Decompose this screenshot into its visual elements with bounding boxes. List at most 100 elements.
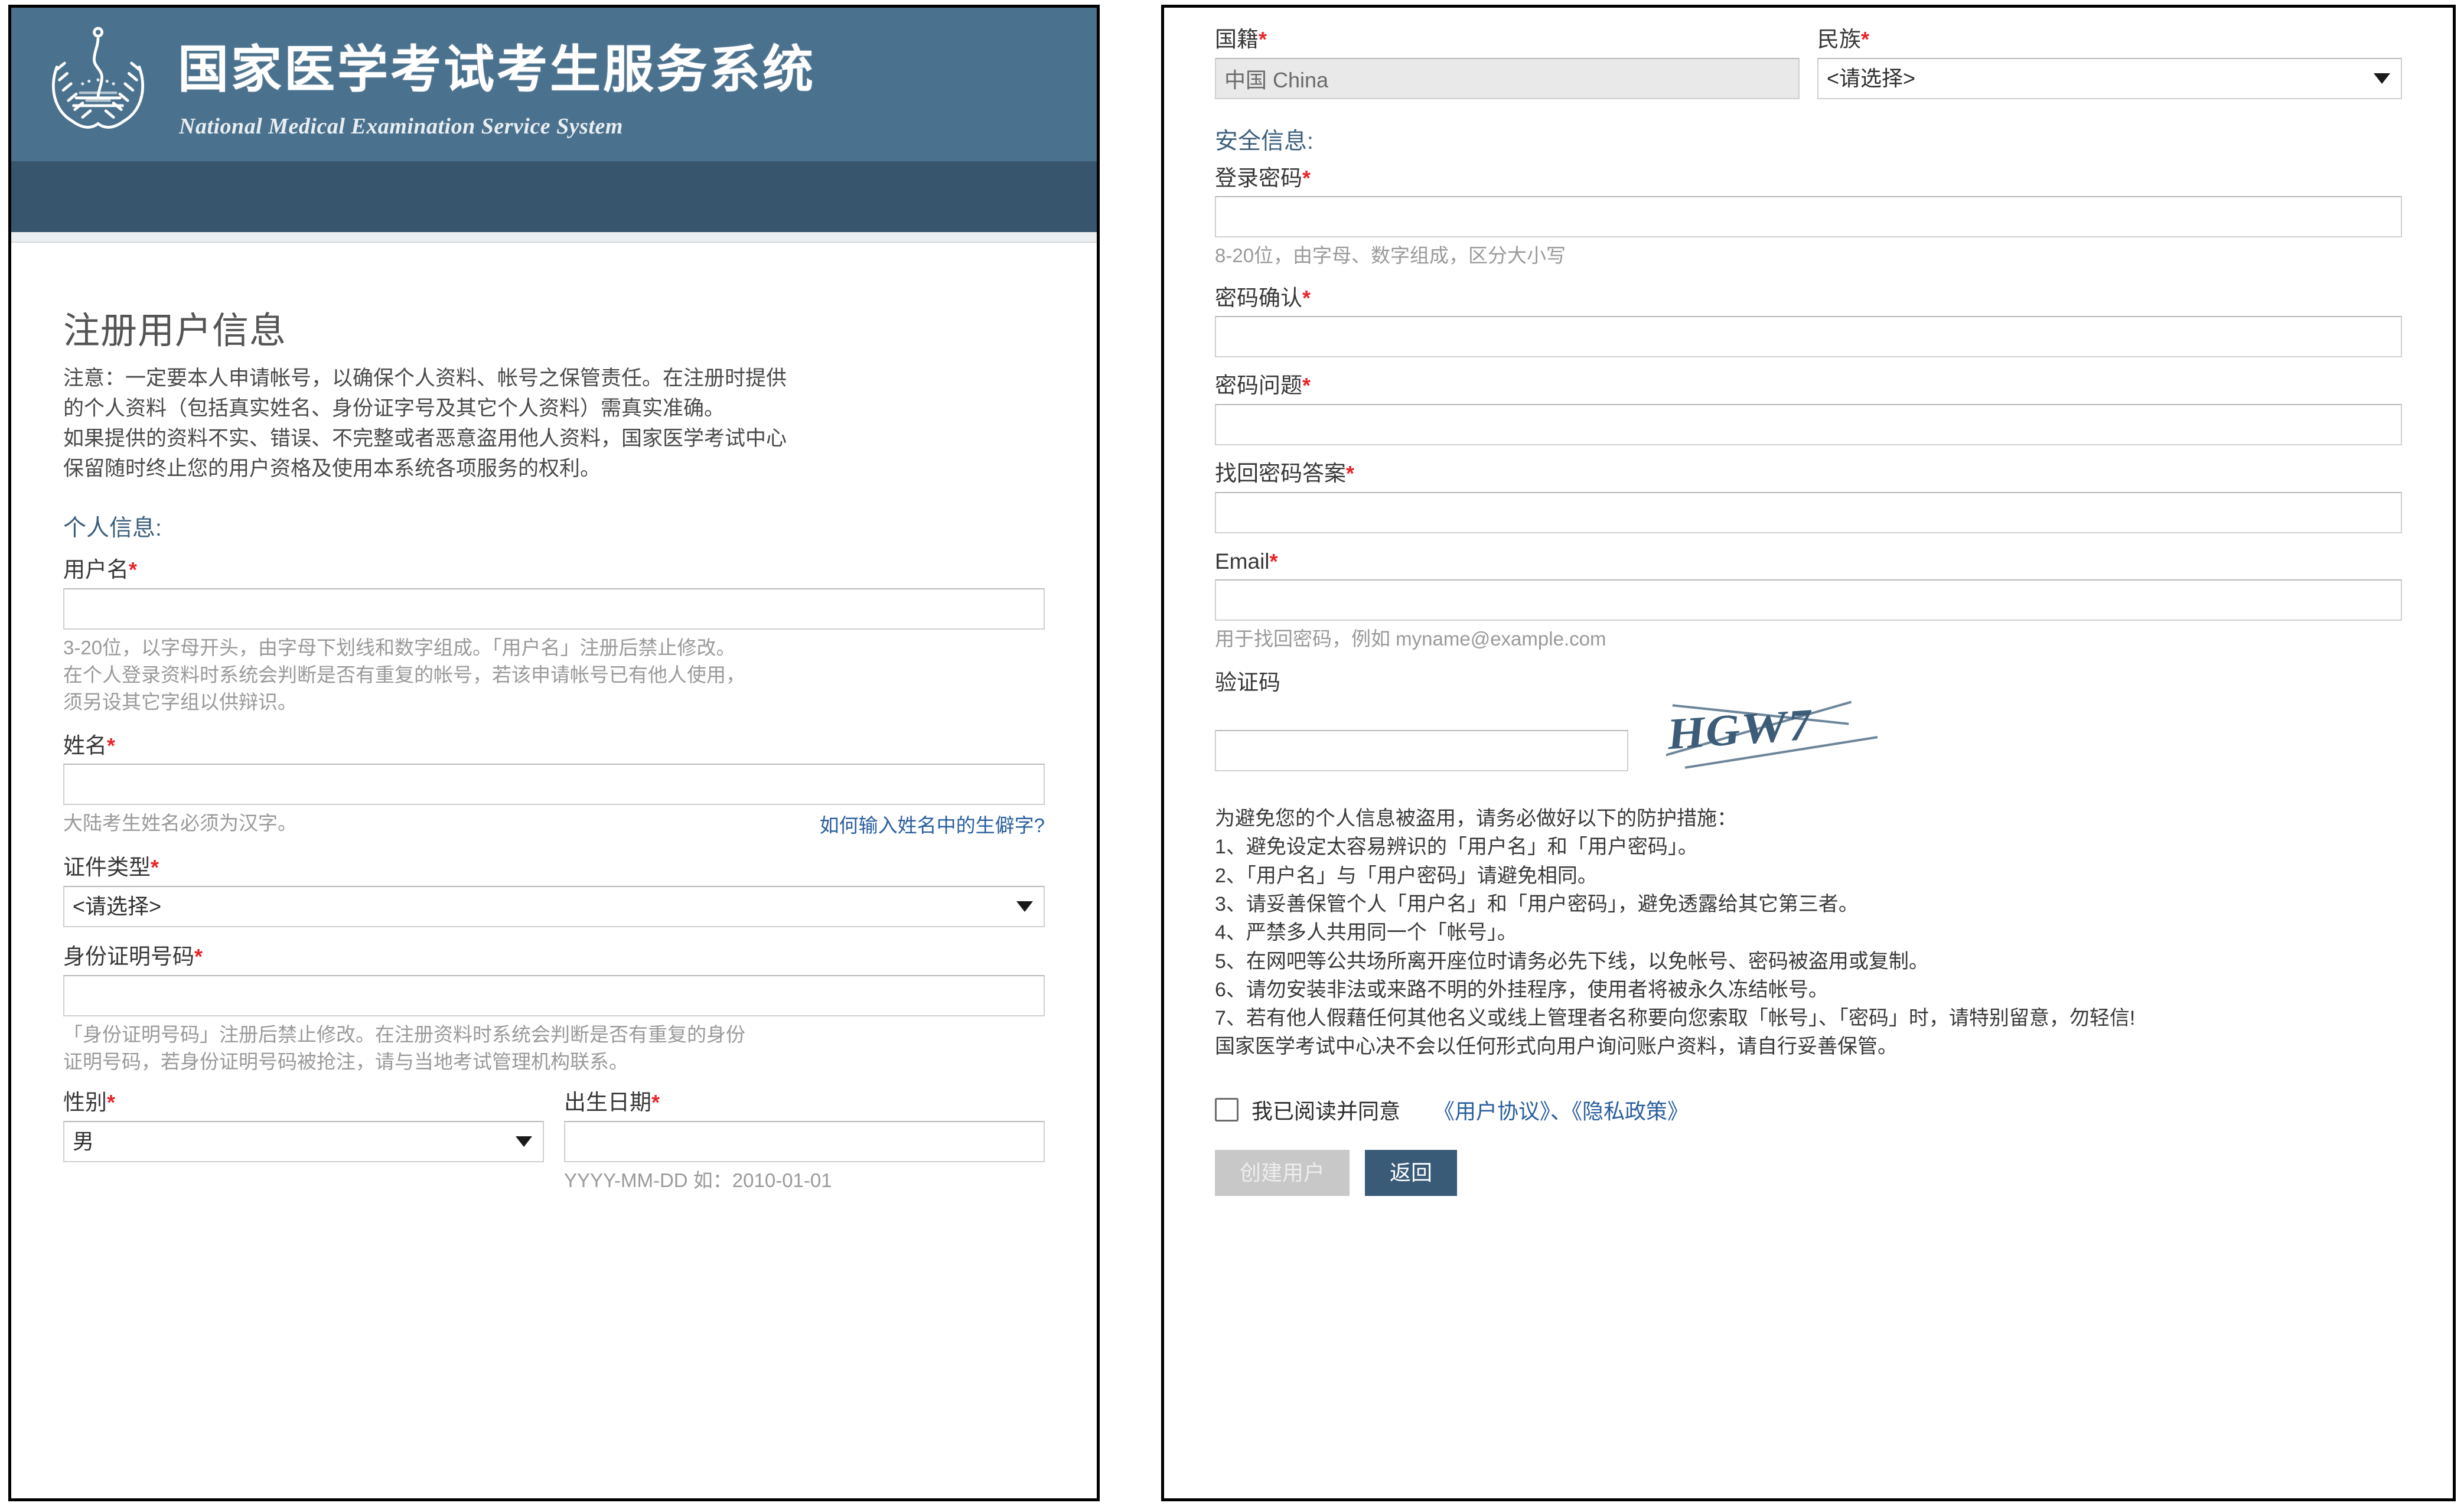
hint-line: 在个人登录资料时系统会判断是否有重复的帐号，若该申请帐号已有他人使用， xyxy=(63,664,745,686)
ethnicity-select[interactable]: <请选择> xyxy=(1817,57,2402,99)
required-asterisk: * xyxy=(1302,373,1311,398)
required-asterisk: * xyxy=(1346,461,1355,485)
field-ethnicity: 民族* <请选择> xyxy=(1817,27,2402,99)
left-panel: 国家医学考试考生服务系统 National Medical Examinatio… xyxy=(8,5,1100,1501)
action-buttons: 创建用户 返回 xyxy=(1215,1149,2402,1196)
agreement-label: 我已阅读并同意 xyxy=(1251,1098,1401,1123)
field-id-type: 证件类型* <请选择> xyxy=(63,855,1045,927)
password-input[interactable] xyxy=(1215,196,2402,238)
password-confirm-label: 密码确认* xyxy=(1215,285,1311,310)
captcha-input[interactable] xyxy=(1215,730,1628,772)
id-type-label: 证件类型* xyxy=(63,855,159,880)
password-confirm-input[interactable] xyxy=(1215,316,2402,358)
hint-line: 证明号码，若身份证明号码被抢注，请与当地考试管理机构联系。 xyxy=(63,1050,628,1073)
password-hint: 8-20位，由字母、数字组成，区分大小写 xyxy=(1215,245,1566,267)
field-username: 用户名* 3-20位，以字母开头，由字母下划线和数字组成。「用户名」注册后禁止修… xyxy=(63,558,1045,716)
realname-hint-row: 大陆考生姓名必须为汉字。 如何输入姓名中的生僻字? xyxy=(63,810,1045,838)
email-hint: 用于找回密码，例如 myname@example.com xyxy=(1215,628,1606,650)
realname-input[interactable] xyxy=(63,764,1045,806)
brand-title-cn: 国家医学考试考生服务系统 xyxy=(178,41,816,98)
username-label: 用户名* xyxy=(63,558,138,582)
id-type-selected-value: <请选择> xyxy=(73,894,162,918)
required-asterisk: * xyxy=(1302,165,1311,190)
nationality-ethnicity-row: 国籍* 民族* <请选择> xyxy=(1215,27,2402,99)
gender-select[interactable]: 男 xyxy=(63,1120,544,1162)
gender-label: 性别* xyxy=(63,1090,116,1115)
field-birthdate: 出生日期* YYYY-MM-DD 如：2010-01-01 xyxy=(564,1090,1045,1194)
notice-line: 注意：一定要本人申请帐号，以确保个人资料、帐号之保管责任。在注册时提供 xyxy=(63,367,787,390)
security-tips: 为避免您的个人信息被盗用，请务必做好以下的防护措施： 1、避免设定太容易辨识的「… xyxy=(1215,804,2402,1061)
captcha-image-text: HGW7 xyxy=(1666,700,1815,759)
gender-selected-value: 男 xyxy=(73,1129,94,1153)
agreement-separator: 、 xyxy=(1550,1098,1572,1123)
field-password-answer: 找回密码答案* xyxy=(1215,461,2402,533)
tips-heading: 为避免您的个人信息被盗用，请务必做好以下的防护措施： xyxy=(1215,807,1737,830)
left-form: 注册用户信息 注意：一定要本人申请帐号，以确保个人资料、帐号之保管责任。在注册时… xyxy=(11,243,1097,1194)
notice-line: 保留随时终止您的用户资格及使用本系统各项服务的权利。 xyxy=(63,457,601,481)
brand-title-en: National Medical Examination Service Sys… xyxy=(179,114,623,139)
required-asterisk: * xyxy=(1259,27,1267,51)
captcha-input-wrap xyxy=(1215,730,1628,772)
nmec-emblem-icon xyxy=(34,21,162,149)
field-captcha: 验证码 HGW7 xyxy=(1215,670,2402,772)
banner-divider-strip xyxy=(11,232,1097,243)
field-realname: 姓名* 大陆考生姓名必须为汉字。 如何输入姓名中的生僻字? xyxy=(63,734,1045,839)
email-input[interactable] xyxy=(1215,579,2402,621)
tips-line: 4、严禁多人共用同一个「帐号」。 xyxy=(1215,921,1517,944)
tips-line: 1、避免设定太容易辨识的「用户名」和「用户密码」。 xyxy=(1215,836,1698,859)
realname-hint: 大陆考生姓名必须为汉字。 xyxy=(63,812,297,835)
password-question-input[interactable] xyxy=(1215,403,2402,445)
required-asterisk: * xyxy=(107,1090,116,1115)
agreement-checkbox[interactable] xyxy=(1215,1097,1238,1122)
email-label: Email* xyxy=(1215,549,1278,573)
chevron-down-icon xyxy=(516,1136,532,1147)
tips-line: 7、若有他人假藉任何其他名义或线上管理者名称要向您索取「帐号」、「密码」时，请特… xyxy=(1215,1007,2136,1030)
field-nationality: 国籍* xyxy=(1215,27,1800,99)
chevron-down-icon xyxy=(2374,73,2390,84)
page-title: 注册用户信息 xyxy=(63,311,287,351)
password-answer-label: 找回密码答案* xyxy=(1215,461,1355,485)
chevron-down-icon xyxy=(1016,901,1033,912)
birthdate-label: 出生日期* xyxy=(564,1090,660,1115)
nationality-input[interactable] xyxy=(1215,57,1800,99)
right-panel: 国籍* 民族* <请选择> 安全信息: 登录密码* 8-20位，由字母、数字组成… xyxy=(1161,5,2456,1501)
registration-screen: 国家医学考试考生服务系统 National Medical Examinatio… xyxy=(0,0,2464,1506)
rare-character-help-link[interactable]: 如何输入姓名中的生僻字? xyxy=(820,810,1045,838)
required-asterisk: * xyxy=(129,558,138,582)
notice-line: 的个人资料（包括真实姓名、身份证字号及其它个人资料）需真实准确。 xyxy=(63,397,725,420)
required-asterisk: * xyxy=(651,1090,660,1115)
password-answer-input[interactable] xyxy=(1215,491,2402,533)
realname-label: 姓名* xyxy=(63,733,116,758)
captcha-image[interactable]: HGW7 xyxy=(1666,700,1914,771)
field-email: Email* 用于找回密码，例如 myname@example.com xyxy=(1215,549,2402,653)
create-user-button[interactable]: 创建用户 xyxy=(1215,1149,1350,1196)
field-password-confirm: 密码确认* xyxy=(1215,286,2402,358)
id-type-select[interactable]: <请选择> xyxy=(63,886,1045,927)
tips-line: 5、在网吧等公共场所离开座位时请务必先下线，以免帐号、密码被盗用或复制。 xyxy=(1215,950,1929,973)
user-agreement-link[interactable]: 《用户协议》 xyxy=(1433,1099,1550,1123)
captcha-label: 验证码 xyxy=(1215,670,1280,695)
required-asterisk: * xyxy=(1861,27,1870,51)
agreement-row: 我已阅读并同意 《用户协议》、《隐私政策》 xyxy=(1215,1094,2402,1125)
username-input[interactable] xyxy=(63,588,1045,630)
birthdate-input[interactable] xyxy=(564,1120,1045,1162)
id-number-input[interactable] xyxy=(63,974,1045,1016)
required-asterisk: * xyxy=(107,733,116,758)
banner-lower-band xyxy=(11,161,1097,232)
registration-notice: 注意：一定要本人申请帐号，以确保个人资料、帐号之保管责任。在注册时提供 的个人资… xyxy=(63,363,1045,484)
gender-birthdate-row: 性别* 男 出生日期* YYYY-MM-DD 如：2010-01-01 xyxy=(63,1090,1045,1194)
username-hint: 3-20位，以字母开头，由字母下划线和数字组成。「用户名」注册后禁止修改。 在个… xyxy=(63,634,1045,716)
hint-line: 3-20位，以字母开头，由字母下划线和数字组成。「用户名」注册后禁止修改。 xyxy=(63,637,736,659)
back-button[interactable]: 返回 xyxy=(1365,1149,1458,1196)
tips-line: 国家医学考试中心决不会以任何形式向用户询问账户资料，请自行妥善保管。 xyxy=(1215,1035,1898,1058)
password-question-label: 密码问题* xyxy=(1215,373,1311,398)
required-asterisk: * xyxy=(1302,285,1311,310)
required-asterisk: * xyxy=(194,944,203,969)
section-personal-info: 个人信息: xyxy=(63,516,162,542)
privacy-policy-link[interactable]: 《隐私政策》 xyxy=(1572,1099,1689,1123)
notice-line: 如果提供的资料不实、错误、不完整或者恶意盗用他人资料，国家医学考试中心 xyxy=(63,427,787,451)
required-asterisk: * xyxy=(151,855,159,880)
ethnicity-label: 民族* xyxy=(1817,27,1870,51)
right-form: 国籍* 民族* <请选择> 安全信息: 登录密码* 8-20位，由字母、数字组成… xyxy=(1164,8,2453,1196)
required-asterisk: * xyxy=(1269,549,1278,573)
